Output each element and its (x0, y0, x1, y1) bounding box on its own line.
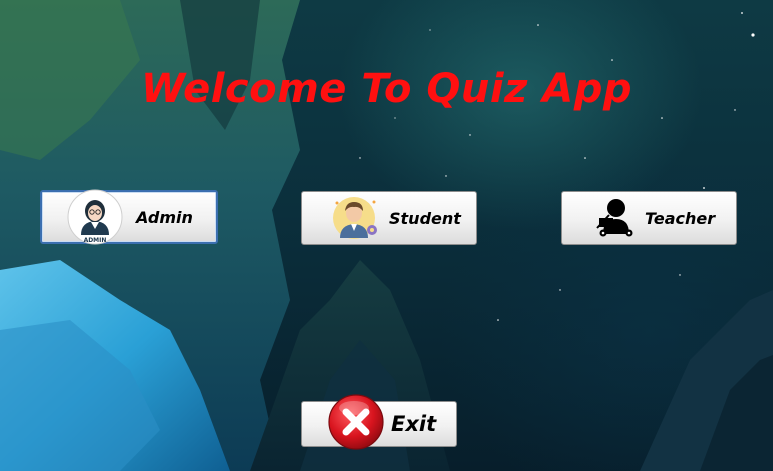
admin-avatar-icon: ADMIN (67, 189, 123, 245)
main-window: Welcome To Quiz App ADMIN Admin Student … (0, 0, 773, 471)
student-avatar-icon (330, 194, 378, 242)
teacher-button[interactable]: Teacher (561, 191, 737, 245)
exit-button-label: Exit (391, 412, 437, 436)
teacher-icon (594, 196, 638, 240)
teacher-button-label: Teacher (645, 208, 716, 228)
app-title: Welcome To Quiz App (141, 66, 632, 112)
admin-badge-text: ADMIN (84, 237, 107, 244)
exit-button[interactable]: Exit (301, 394, 457, 450)
close-x-icon (327, 394, 385, 451)
student-button-label: Student (389, 208, 461, 228)
student-button[interactable]: Student (301, 191, 477, 245)
admin-button[interactable]: ADMIN Admin (40, 189, 218, 245)
admin-button-label: Admin (136, 207, 193, 227)
